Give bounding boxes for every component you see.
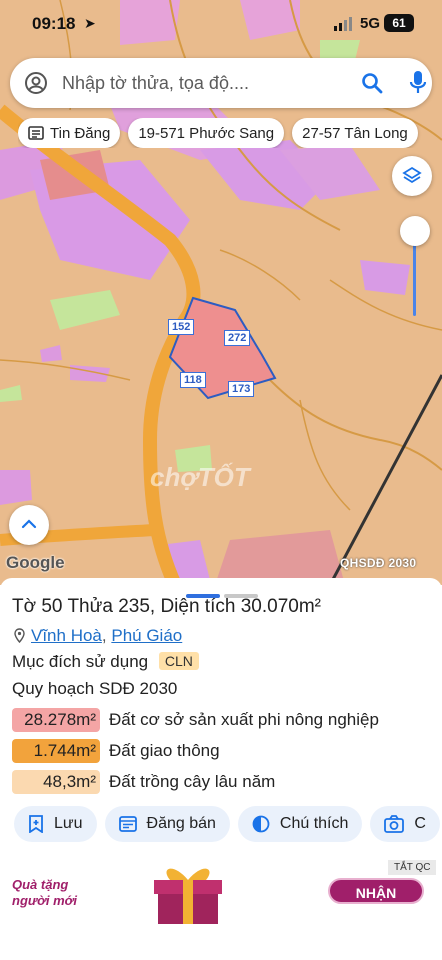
area-label: , Diện tích xyxy=(149,596,236,617)
google-attribution: Google xyxy=(6,553,65,572)
chip-label: 27-57 Tân Long xyxy=(302,124,408,142)
save-label: Lưu xyxy=(54,815,83,832)
ad-banner[interactable]: TẮT QC Quà tặng người mới NHẬN xyxy=(0,860,442,960)
search-bar[interactable] xyxy=(10,58,432,108)
parcel-area: 30.070m² xyxy=(240,596,321,617)
chevron-up-icon xyxy=(21,519,37,529)
land-use-area: 28.278m² xyxy=(12,708,100,732)
plot-number: 235 xyxy=(118,596,150,617)
claim-button[interactable]: NHẬN xyxy=(328,878,424,904)
contrast-icon xyxy=(252,815,270,833)
account-icon[interactable] xyxy=(24,71,48,95)
plot-prefix: Thửa xyxy=(67,596,113,617)
save-button[interactable]: Lưu xyxy=(14,806,97,842)
land-use-row: 1.744m² Đất giao thông xyxy=(12,739,220,763)
status-time: 09:18 xyxy=(32,14,76,33)
chip-recent-search-1[interactable]: 19-571 Phước Sang xyxy=(128,118,285,148)
search-icon[interactable] xyxy=(360,71,384,95)
land-use-area: 1.744m² xyxy=(12,739,100,763)
gift-box-icon xyxy=(154,868,222,924)
land-use-area: 48,3m² xyxy=(12,770,100,794)
location-pin-icon xyxy=(14,628,25,643)
map-view[interactable]: 09:18 ➤ 5G 61 Nhập tờ thửa, tọa độ.... T… xyxy=(0,0,442,585)
ad-text-line: người mới xyxy=(12,893,78,908)
land-use-row: 48,3m² Đất trồng cây lâu năm xyxy=(12,770,275,794)
microphone-icon[interactable] xyxy=(408,69,428,97)
layers-button[interactable] xyxy=(392,156,432,196)
chip-tin-dang[interactable]: Tin Đăng xyxy=(18,118,121,148)
battery-indicator: 61 xyxy=(384,14,414,32)
signal-icon xyxy=(334,17,352,31)
opacity-slider-thumb[interactable] xyxy=(400,216,430,246)
parcel-info-panel: Tờ 50 Thửa 235, Diện tích 30.070m² Vĩnh … xyxy=(0,578,442,960)
parcel-edge-label: 272 xyxy=(224,330,251,346)
chip-label: Tin Đăng xyxy=(50,124,111,142)
parcel-edge-label: 152 xyxy=(168,319,195,335)
land-purpose: Mục đích sử dụng CLN xyxy=(12,652,199,672)
separator: , xyxy=(101,626,107,645)
purpose-label: Mục đích sử dụng xyxy=(12,652,149,671)
chip-label: 19-571 Phước Sang xyxy=(138,124,275,142)
expand-panel-button[interactable] xyxy=(9,505,49,545)
commune-link[interactable]: Vĩnh Hoà xyxy=(31,626,102,645)
action-buttons: Lưu Đăng bán Chú thích C xyxy=(14,806,442,842)
parcel-edge-label: 118 xyxy=(180,372,206,388)
hide-ad-button[interactable]: TẮT QC xyxy=(388,860,437,875)
land-use-row: 28.278m² Đất cơ sở sản xuất phi nông ngh… xyxy=(12,708,379,732)
layer-label: QHSDĐ 2030 xyxy=(340,556,417,570)
parcel-edge-label: 173 xyxy=(228,381,255,397)
location-arrow-icon: ➤ xyxy=(84,15,96,31)
watermark: chợTỐT xyxy=(150,462,250,492)
chip-recent-search-2[interactable]: 27-57 Tân Long xyxy=(292,118,418,148)
legend-button[interactable]: Chú thích xyxy=(237,806,363,842)
land-use-label: Đất cơ sở sản xuất phi nông nghiệp xyxy=(109,710,379,729)
plan-label: Quy hoạch SDĐ 2030 xyxy=(12,679,178,698)
post-listing-button[interactable]: Đăng bán xyxy=(104,806,230,842)
status-bar: 09:18 ➤ 5G 61 xyxy=(0,0,442,48)
purpose-code-badge: CLN xyxy=(158,652,199,670)
camera-button[interactable]: C xyxy=(370,806,440,842)
listing-icon xyxy=(118,816,137,832)
network-type: 5G xyxy=(360,15,381,32)
parcel-location: Vĩnh Hoà, Phú Giáo xyxy=(14,626,182,646)
quick-chips: Tin Đăng 19-571 Phước Sang 27-57 Tân Lon… xyxy=(18,118,442,148)
ad-text-line: Quà tặng xyxy=(12,877,69,892)
land-use-label: Đất giao thông xyxy=(109,741,220,760)
district-link[interactable]: Phú Giáo xyxy=(111,626,182,645)
title-prefix: Tờ xyxy=(12,596,37,617)
newspaper-icon xyxy=(28,126,44,140)
layers-icon xyxy=(402,166,422,184)
sheet-number: 50 xyxy=(41,596,63,617)
land-use-label: Đất trồng cây lâu năm xyxy=(109,772,276,791)
bookmark-add-icon xyxy=(29,815,43,833)
ad-text: Quà tặng người mới xyxy=(12,877,77,909)
parcel-title: Tờ 50 Thửa 235, Diện tích 30.070m² xyxy=(12,596,321,618)
camera-label: C xyxy=(414,815,426,832)
post-listing-label: Đăng bán xyxy=(146,815,216,832)
camera-icon xyxy=(384,815,405,833)
legend-label: Chú thích xyxy=(279,815,349,832)
search-input[interactable] xyxy=(62,71,342,95)
